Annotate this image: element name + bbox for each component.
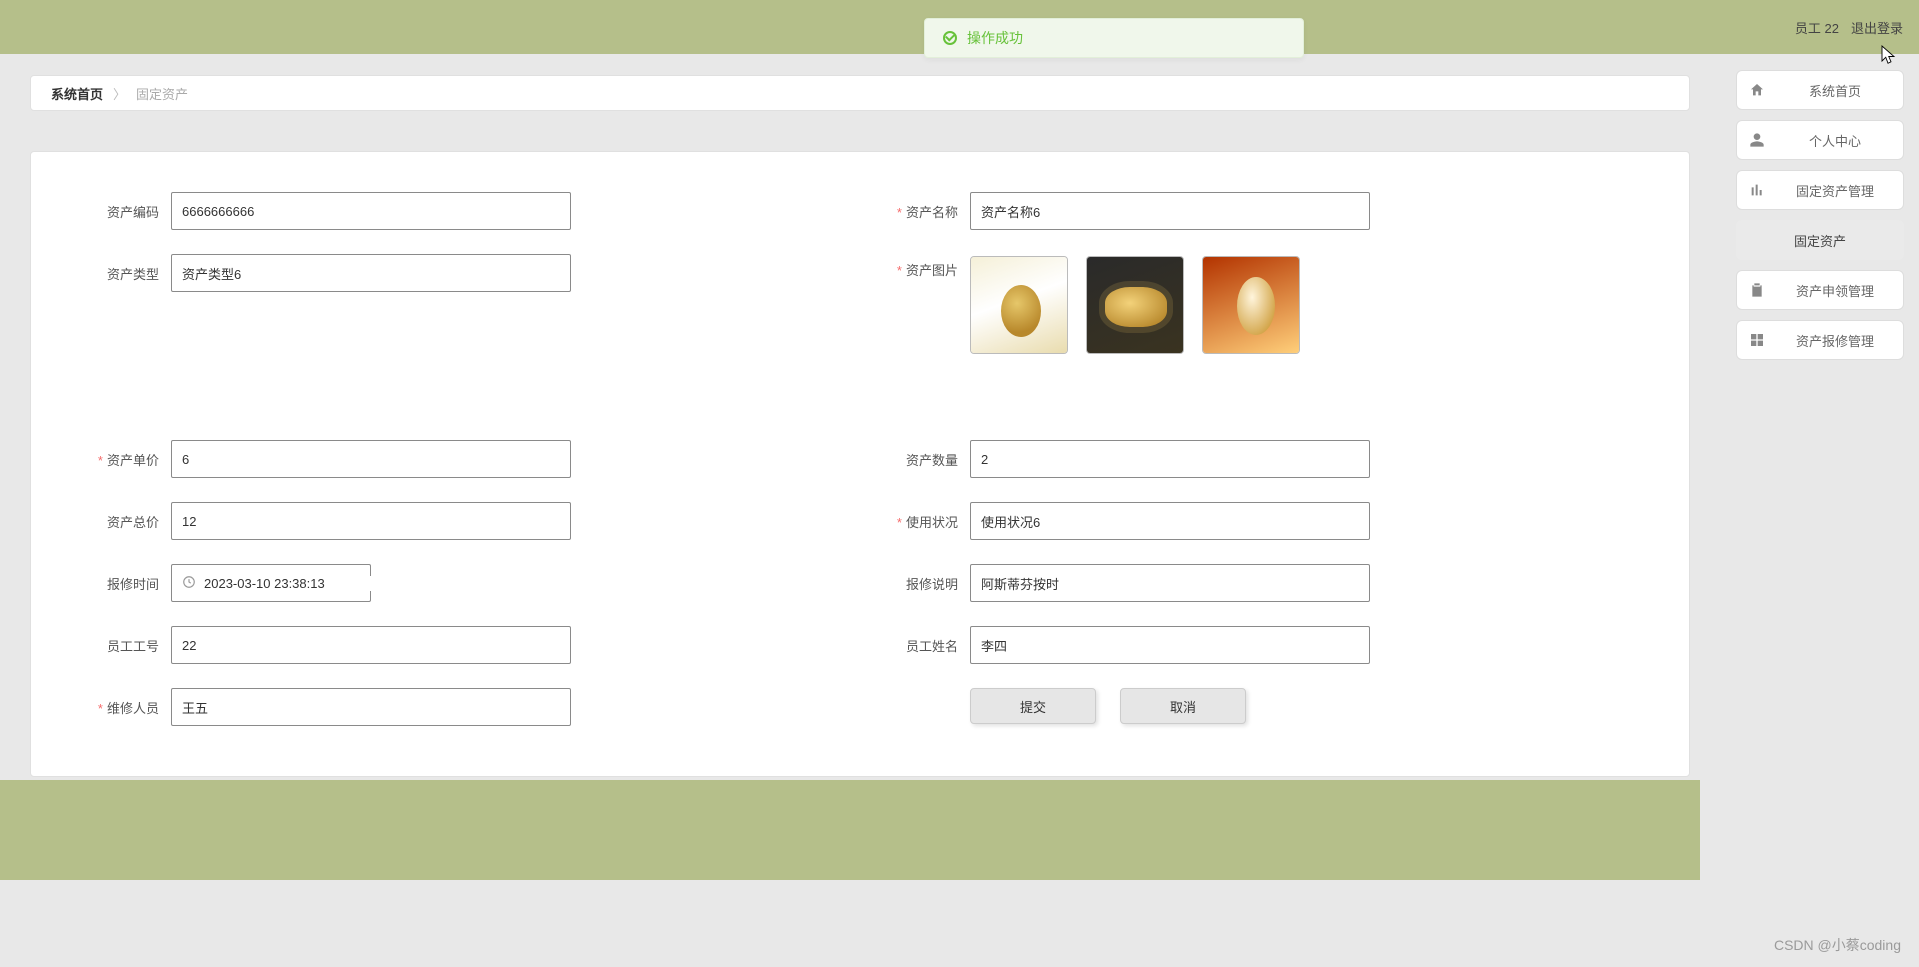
breadcrumb: 系统首页 〉 固定资产 (30, 75, 1690, 111)
field-emp-name: 员工姓名 (880, 626, 1639, 664)
input-repair-person[interactable] (171, 688, 571, 726)
input-quantity[interactable] (970, 440, 1370, 478)
field-asset-image: *资产图片 (880, 254, 1639, 354)
toast-message: 操作成功 (967, 28, 1023, 48)
asset-form: 资产编码 *资产名称 资产类型 *资产图片 *资产单价 (30, 151, 1690, 777)
cancel-button[interactable]: 取消 (1120, 688, 1246, 724)
label-unit-price: *资产单价 (81, 450, 171, 469)
label-repair-time: 报修时间 (81, 574, 171, 593)
sidebar-item-home[interactable]: 系统首页 (1736, 70, 1904, 110)
label-total-price: 资产总价 (81, 512, 171, 531)
label-asset-image: *资产图片 (880, 254, 970, 279)
label-asset-code: 资产编码 (81, 202, 171, 221)
label-asset-type: 资产类型 (81, 264, 171, 283)
check-circle-icon (943, 31, 957, 45)
sidebar-item-apply[interactable]: 资产申领管理 (1736, 270, 1904, 310)
main-content: 系统首页 〉 固定资产 资产编码 *资产名称 资产类型 *资产图片 (30, 75, 1690, 777)
home-icon (1749, 82, 1765, 98)
right-sidebar: 系统首页 个人中心 固定资产管理 固定资产 资产申领管理 资产报修管理 (1736, 70, 1904, 360)
clipboard-icon (1749, 282, 1765, 298)
sidebar-item-label: 固定资产 (1748, 231, 1892, 250)
sidebar-item-label: 系统首页 (1779, 81, 1891, 100)
sidebar-item-asset-mgmt[interactable]: 固定资产管理 (1736, 170, 1904, 210)
input-emp-name[interactable] (970, 626, 1370, 664)
label-quantity: 资产数量 (880, 450, 970, 469)
input-total-price[interactable] (171, 502, 571, 540)
field-asset-name: *资产名称 (880, 192, 1639, 230)
submit-button[interactable]: 提交 (970, 688, 1096, 724)
input-asset-name[interactable] (970, 192, 1370, 230)
input-unit-price[interactable] (171, 440, 571, 478)
field-total-price: 资产总价 (81, 502, 840, 540)
breadcrumb-home[interactable]: 系统首页 (51, 84, 103, 103)
success-toast: 操作成功 (924, 18, 1304, 58)
label-usage-status: *使用状况 (880, 512, 970, 531)
field-repair-time: 报修时间 (81, 564, 840, 602)
input-usage-status[interactable] (970, 502, 1370, 540)
field-repair-person: *维修人员 (81, 688, 840, 726)
field-emp-no: 员工工号 (81, 626, 840, 664)
label-emp-no: 员工工号 (81, 636, 171, 655)
input-asset-type[interactable] (171, 254, 571, 292)
label-repair-desc: 报修说明 (880, 574, 970, 593)
field-repair-desc: 报修说明 (880, 564, 1639, 602)
asset-image-thumb-3[interactable] (1202, 256, 1300, 354)
input-repair-time[interactable] (171, 564, 371, 602)
sidebar-item-repair[interactable]: 资产报修管理 (1736, 320, 1904, 360)
input-asset-code[interactable] (171, 192, 571, 230)
sidebar-item-label: 个人中心 (1779, 131, 1891, 150)
input-emp-no[interactable] (171, 626, 571, 664)
asset-image-thumb-1[interactable] (970, 256, 1068, 354)
field-asset-code: 资产编码 (81, 192, 840, 230)
asset-image-thumb-2[interactable] (1086, 256, 1184, 354)
header-user-label: 员工 22 (1795, 18, 1839, 37)
sidebar-item-label: 资产报修管理 (1779, 331, 1891, 350)
footer-decoration (0, 780, 1700, 880)
breadcrumb-separator: 〉 (113, 84, 126, 103)
watermark: CSDN @小蔡coding (1774, 935, 1901, 955)
breadcrumb-current: 固定资产 (136, 84, 188, 103)
label-repair-person: *维修人员 (81, 698, 171, 717)
image-thumbnails (970, 256, 1300, 354)
sidebar-item-asset-sub[interactable]: 固定资产 (1736, 220, 1904, 260)
bar-chart-icon (1749, 182, 1765, 198)
spacer (81, 378, 840, 416)
spacer (880, 378, 1639, 416)
logout-link[interactable]: 退出登录 (1851, 18, 1903, 37)
field-unit-price: *资产单价 (81, 440, 840, 478)
label-asset-name: *资产名称 (880, 202, 970, 221)
label-emp-name: 员工姓名 (880, 636, 970, 655)
clock-icon (182, 575, 196, 592)
person-icon (1749, 132, 1765, 148)
field-usage-status: *使用状况 (880, 502, 1639, 540)
field-quantity: 资产数量 (880, 440, 1639, 478)
sidebar-item-profile[interactable]: 个人中心 (1736, 120, 1904, 160)
field-asset-type: 资产类型 (81, 254, 840, 292)
sidebar-item-label: 固定资产管理 (1779, 181, 1891, 200)
form-actions: 提交 取消 (880, 688, 1639, 724)
date-value[interactable] (204, 576, 380, 591)
input-repair-desc[interactable] (970, 564, 1370, 602)
sidebar-item-label: 资产申领管理 (1779, 281, 1891, 300)
grid-icon (1749, 332, 1765, 348)
